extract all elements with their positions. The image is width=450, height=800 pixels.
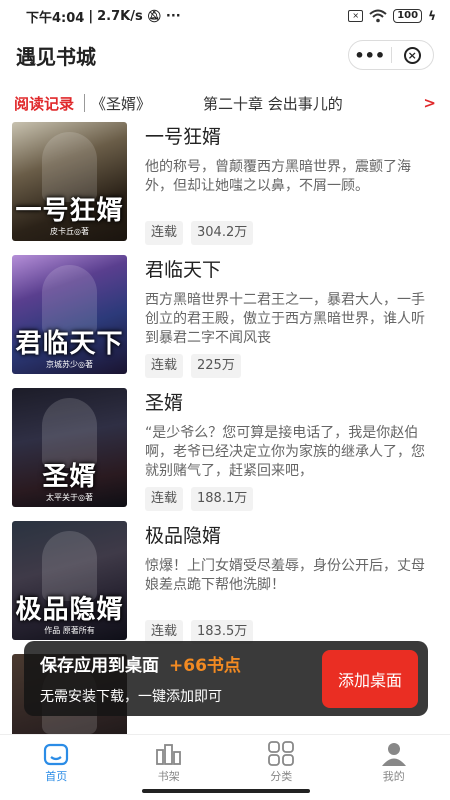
cover-author: 作品 原著所有 (44, 626, 95, 635)
reading-record-label: 阅读记录 (14, 94, 75, 113)
word-count-tag: 304.2万 (191, 221, 254, 245)
book-cover[interactable]: 极品隐婿 作品 原著所有 (12, 521, 127, 640)
status-tag: 连载 (145, 487, 184, 511)
book-description: 西方黑暗世界十二君王之一，暴君大人，一手创立的君王殿，傲立于西方黑暗世界，谁人听… (145, 292, 425, 346)
reading-record-bar[interactable]: 阅读记录 《圣婿》 第二十章 会出事儿的 > (0, 88, 450, 118)
status-separator: | (88, 8, 94, 24)
book-item[interactable]: 君临天下 京城苏少◎著 君临天下 西方黑暗世界十二君王之一，暴君大人，一手创立的… (0, 255, 450, 388)
word-count-tag: 188.1万 (191, 487, 254, 511)
status-tag: 连载 (145, 221, 184, 245)
book-tags: 连载 225万 (145, 354, 438, 378)
banner-title-text: 保存应用到桌面 (40, 656, 159, 676)
mini-program-capsule: ••• × (348, 40, 434, 70)
more-dots-icon: ··· (165, 8, 181, 24)
status-speed: 2.7K/s (97, 8, 143, 24)
category-grid-icon (266, 741, 296, 767)
book-item[interactable]: 圣婿 太平关于◎著 圣婿 “是少爷么？您可算是接电话了，我是你赵伯啊，老爷已经决… (0, 388, 450, 521)
profile-icon (379, 741, 409, 767)
tab-category[interactable]: 分类 (225, 735, 338, 784)
book-info: 一号狂婿 他的称号，曾颠覆西方黑暗世界，震颤了海外，但却让她嗤之以鼻，不屑一顾。… (145, 122, 438, 255)
cover-title: 圣婿 (42, 462, 97, 492)
status-tag: 连载 (145, 354, 184, 378)
book-description: 他的称号，曾颠覆西方黑暗世界，震颤了海外，但却让她嗤之以鼻，不屑一顾。 (145, 159, 411, 194)
word-count-tag: 225万 (191, 354, 241, 378)
cover-title: 极品隐婿 (15, 595, 124, 625)
banner-points: +66书点 (169, 656, 241, 676)
home-indicator (142, 789, 310, 793)
tab-label: 首页 (45, 770, 68, 783)
close-circle-icon: × (403, 46, 421, 64)
record-divider (84, 94, 86, 112)
battery-level: 100 (397, 10, 419, 21)
book-description: “是少爷么？您可算是接电话了，我是你赵伯啊，老爷已经决定立你为家族的继承人了，您… (145, 425, 425, 479)
bottom-tab-bar: 首页 书架 分类 我的 (0, 734, 450, 784)
cover-author: 太平关于◎著 (46, 493, 93, 502)
wifi-icon (369, 9, 387, 23)
save-to-desktop-banner: 保存应用到桌面 +66书点 无需安装下载，一键添加即可 添加桌面 (24, 641, 428, 716)
record-chapter: 第二十章 会出事儿的 (203, 94, 343, 113)
tab-label: 我的 (382, 770, 405, 783)
sim-card-icon: × (348, 10, 364, 22)
book-cover[interactable]: 君临天下 京城苏少◎著 (12, 255, 127, 374)
status-time: 下午4:04 (26, 10, 85, 26)
book-cover[interactable]: 一号狂婿 皮卡丘◎著 (12, 122, 127, 241)
cover-author: 京城苏少◎著 (46, 360, 93, 369)
tab-bookshelf[interactable]: 书架 (113, 735, 226, 784)
cover-title: 一号狂婿 (15, 196, 124, 226)
more-icon: ••• (354, 45, 386, 65)
book-info: 君临天下 西方黑暗世界十二君王之一，暴君大人，一手创立的君王殿，傲立于西方黑暗世… (145, 255, 438, 388)
tab-home[interactable]: 首页 (0, 735, 113, 784)
book-cover[interactable]: 圣婿 太平关于◎著 (12, 388, 127, 507)
book-tags: 连载 188.1万 (145, 487, 438, 511)
bookshelf-icon (154, 741, 184, 767)
tab-label: 书架 (157, 770, 180, 783)
banner-title: 保存应用到桌面 +66书点 (40, 651, 322, 676)
mute-icon: 🔕︎ (146, 9, 162, 23)
banner-text: 保存应用到桌面 +66书点 无需安装下载，一键添加即可 (40, 651, 322, 706)
status-bar: 下午4:04 | 2.7K/s 🔕︎ ··· × 100 ϟ (0, 0, 450, 32)
book-title[interactable]: 圣婿 (145, 390, 438, 416)
tab-profile[interactable]: 我的 (338, 735, 450, 784)
home-icon (41, 741, 71, 767)
book-title[interactable]: 一号狂婿 (145, 124, 438, 150)
book-description: 惊爆！上门女婿受尽羞辱，身份公开后，丈母娘差点跪下帮他洗脚！ (145, 558, 425, 593)
record-book-title: 《圣婿》 (91, 94, 152, 113)
tab-label: 分类 (270, 770, 293, 783)
book-tags: 连载 304.2万 (145, 221, 438, 245)
cover-title: 君临天下 (15, 329, 124, 359)
book-item[interactable]: 一号狂婿 皮卡丘◎著 一号狂婿 他的称号，曾颠覆西方黑暗世界，震颤了海外，但却让… (0, 122, 450, 255)
book-info: 圣婿 “是少爷么？您可算是接电话了，我是你赵伯啊，老爷已经决定立你为家族的继承人… (145, 388, 438, 521)
book-title[interactable]: 极品隐婿 (145, 523, 438, 549)
app-title: 遇见书城 (16, 44, 96, 69)
book-info: 极品隐婿 惊爆！上门女婿受尽羞辱，身份公开后，丈母娘差点跪下帮他洗脚！ 连载 1… (145, 521, 438, 654)
close-button[interactable]: × (392, 41, 434, 69)
book-item[interactable]: 极品隐婿 作品 原著所有 极品隐婿 惊爆！上门女婿受尽羞辱，身份公开后，丈母娘差… (0, 521, 450, 654)
add-to-desktop-button[interactable]: 添加桌面 (322, 649, 418, 708)
cover-author: 皮卡丘◎著 (50, 227, 89, 236)
banner-subtitle: 无需安装下载，一键添加即可 (40, 689, 222, 705)
battery-icon: 100 (393, 9, 423, 23)
book-title[interactable]: 君临天下 (145, 257, 438, 283)
charging-icon: ϟ (428, 9, 436, 23)
status-left: 下午4:04 | 2.7K/s 🔕︎ ··· (26, 7, 181, 26)
more-options-button[interactable]: ••• (349, 41, 391, 69)
app-header: 遇见书城 ••• × (0, 32, 450, 78)
status-right: × 100 ϟ (348, 9, 436, 23)
chevron-right-icon[interactable]: > (423, 94, 436, 112)
